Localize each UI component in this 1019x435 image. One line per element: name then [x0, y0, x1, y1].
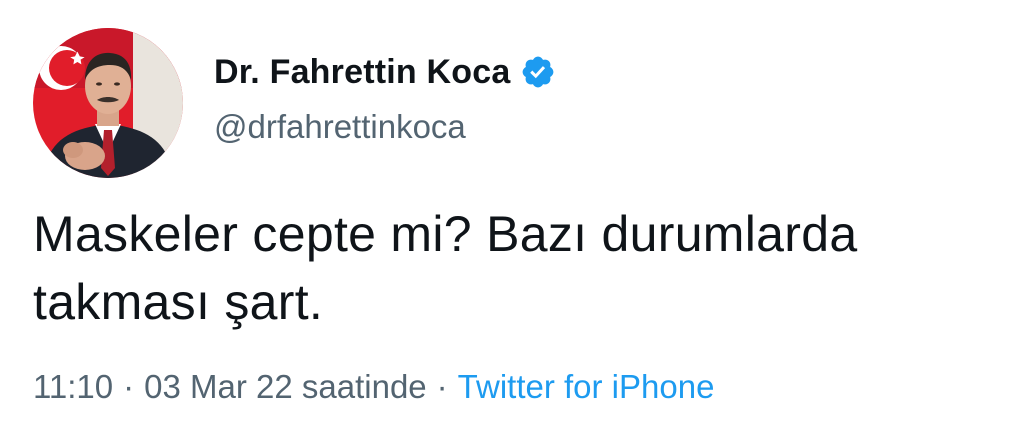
handle[interactable]: @drfahrettinkoca [214, 108, 556, 146]
tweet-card: Dr. Fahrettin Koca @drfahrettinkoca Mask… [0, 0, 1019, 435]
meta-separator: · [123, 368, 135, 405]
tweet-date[interactable]: 03 Mar 22 saatinde [144, 368, 427, 406]
display-name[interactable]: Dr. Fahrettin Koca [214, 53, 510, 92]
name-row: Dr. Fahrettin Koca [214, 48, 556, 96]
tweet-text: Maskeler cepte mi? Bazı durumlarda takma… [33, 200, 1008, 336]
profile-photo [33, 28, 183, 178]
avatar[interactable] [33, 28, 183, 178]
tweet-time[interactable]: 11:10 [33, 368, 113, 406]
tweet-source-link[interactable]: Twitter for iPhone [458, 368, 715, 406]
author-info: Dr. Fahrettin Koca @drfahrettinkoca [214, 48, 556, 146]
tweet-text-line: Maskeler cepte mi? Bazı durumlarda [33, 206, 858, 262]
tweet-text-line: takması şart. [33, 274, 324, 330]
meta-separator: · [436, 368, 448, 405]
verified-badge-icon [520, 54, 556, 90]
tweet-meta: 11:10 · 03 Mar 22 saatinde · Twitter for… [33, 368, 714, 406]
